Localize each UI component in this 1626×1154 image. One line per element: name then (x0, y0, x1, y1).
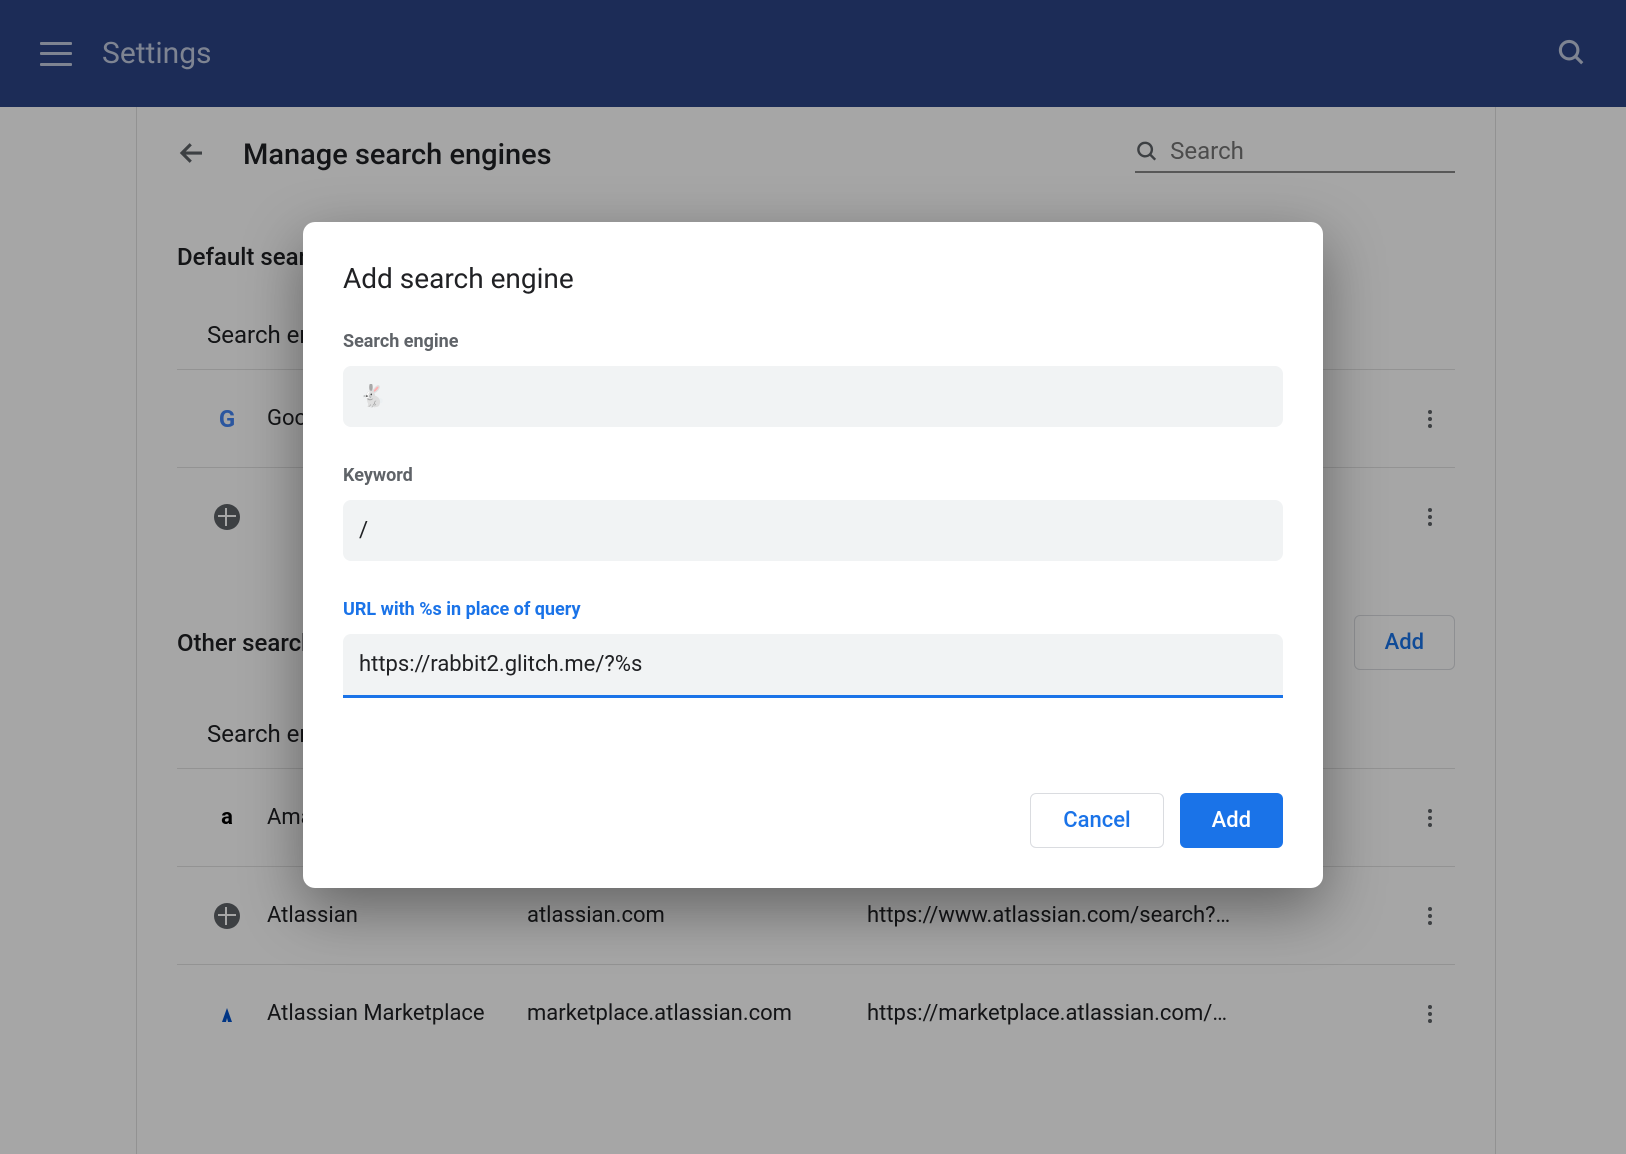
cancel-button[interactable]: Cancel (1030, 793, 1163, 848)
search-engine-input[interactable] (343, 366, 1283, 427)
dialog-title: Add search engine (343, 262, 1283, 295)
add-search-engine-dialog: Add search engine Search engine Keyword … (303, 222, 1323, 888)
add-button[interactable]: Add (1180, 793, 1283, 848)
search-engine-label: Search engine (343, 331, 1283, 352)
keyword-input[interactable] (343, 500, 1283, 561)
url-input[interactable] (343, 634, 1283, 698)
url-label: URL with %s in place of query (343, 599, 1283, 620)
keyword-label: Keyword (343, 465, 1283, 486)
